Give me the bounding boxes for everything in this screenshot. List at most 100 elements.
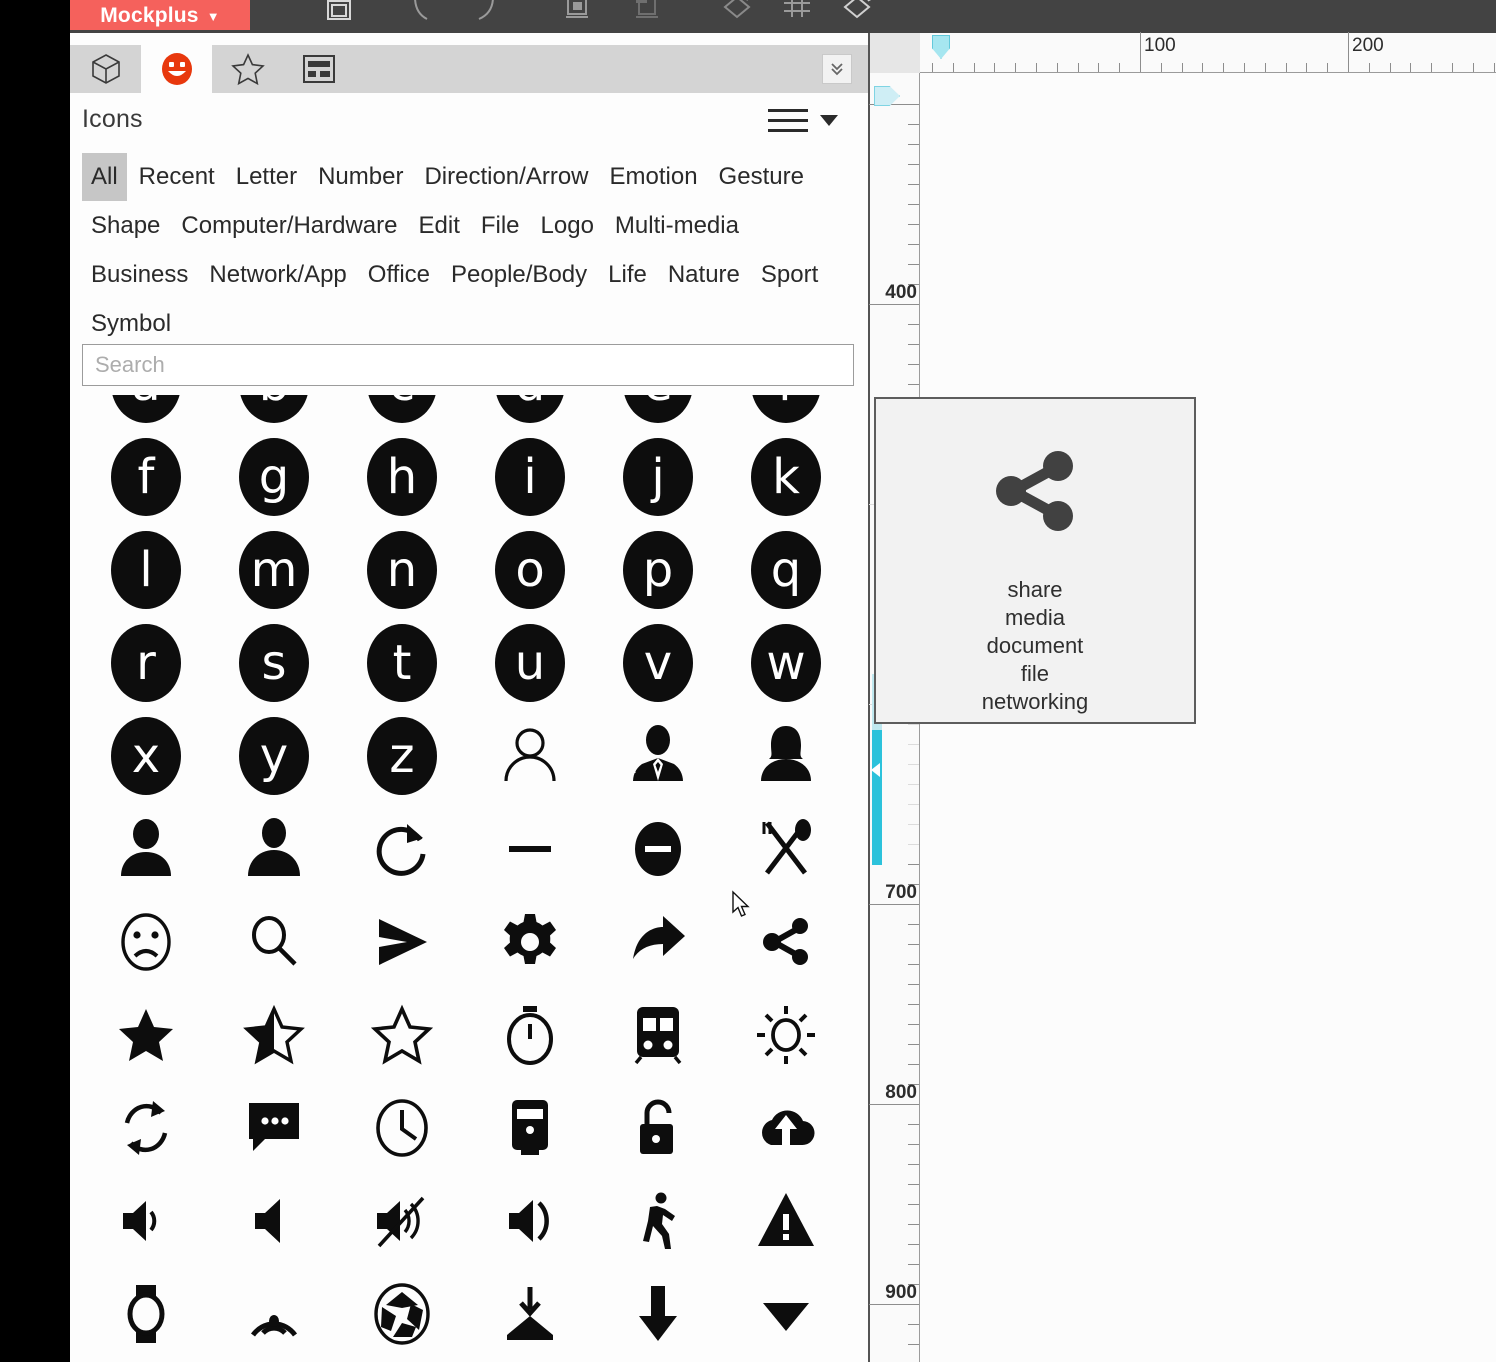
icon-cloud-upload[interactable] bbox=[722, 1081, 850, 1174]
category-sport[interactable]: Sport bbox=[752, 251, 827, 299]
icon-letter-y[interactable]: y bbox=[210, 709, 338, 802]
category-letter[interactable]: Letter bbox=[227, 153, 306, 201]
icon-clock[interactable] bbox=[338, 1081, 466, 1174]
category-recent[interactable]: Recent bbox=[130, 153, 224, 201]
icon-sync[interactable] bbox=[82, 1081, 210, 1174]
category-computer-hardware[interactable]: Computer/Hardware bbox=[172, 202, 406, 250]
category-file[interactable]: File bbox=[472, 202, 529, 250]
icon-letter-b[interactable]: b bbox=[210, 395, 338, 430]
icon-letter-k[interactable]: k bbox=[722, 430, 850, 523]
icon-letter-l[interactable]: l bbox=[82, 523, 210, 616]
icon-letter-f0[interactable]: f bbox=[722, 395, 850, 430]
icon-star-outline[interactable] bbox=[338, 988, 466, 1081]
artboard-icon[interactable] bbox=[318, 0, 360, 32]
icon-letter-u[interactable]: u bbox=[466, 616, 594, 709]
icon-letter-z[interactable]: z bbox=[338, 709, 466, 802]
icon-letter-r[interactable]: r bbox=[82, 616, 210, 709]
category-multi-media[interactable]: Multi-media bbox=[606, 202, 748, 250]
icon-user-outline[interactable] bbox=[466, 709, 594, 802]
icon-letter-g[interactable]: g bbox=[210, 430, 338, 523]
icon-star-half[interactable] bbox=[210, 988, 338, 1081]
icon-user-silhouette[interactable] bbox=[210, 802, 338, 895]
icon-letter-m[interactable]: m bbox=[210, 523, 338, 616]
category-shape[interactable]: Shape bbox=[82, 202, 169, 250]
icon-forward-arrow[interactable] bbox=[594, 895, 722, 988]
icon-letter-c[interactable]: c bbox=[338, 395, 466, 430]
category-people-body[interactable]: People/Body bbox=[442, 251, 596, 299]
category-emotion[interactable]: Emotion bbox=[601, 153, 707, 201]
icon-volume-up[interactable] bbox=[466, 1174, 594, 1267]
icon-letter-e[interactable]: e bbox=[594, 395, 722, 430]
icon-user-tie[interactable] bbox=[594, 709, 722, 802]
category-nature[interactable]: Nature bbox=[659, 251, 749, 299]
curve-left-icon[interactable] bbox=[404, 0, 446, 32]
icon-download-tray[interactable] bbox=[466, 1267, 594, 1360]
favorites-tab[interactable] bbox=[212, 45, 283, 93]
tag-shape-icon[interactable] bbox=[836, 0, 878, 32]
category-business[interactable]: Business bbox=[82, 251, 197, 299]
templates-tab[interactable] bbox=[283, 45, 354, 93]
icon-letter-t[interactable]: t bbox=[338, 616, 466, 709]
icon-signal[interactable] bbox=[210, 1267, 338, 1360]
icon-chat-bubble[interactable] bbox=[210, 1081, 338, 1174]
icon-user-female[interactable] bbox=[722, 709, 850, 802]
hamburger-menu-icon[interactable] bbox=[768, 109, 808, 139]
icon-share[interactable] bbox=[722, 895, 850, 988]
category-symbol[interactable]: Symbol bbox=[82, 300, 180, 348]
icon-subway[interactable] bbox=[466, 1081, 594, 1174]
icon-sad-face[interactable] bbox=[82, 895, 210, 988]
icon-letter-j[interactable]: j bbox=[594, 430, 722, 523]
grid-icon[interactable] bbox=[776, 0, 818, 32]
search-input[interactable] bbox=[83, 345, 853, 385]
icon-letter-s[interactable]: s bbox=[210, 616, 338, 709]
category-gesture[interactable]: Gesture bbox=[710, 153, 813, 201]
icon-gear[interactable] bbox=[466, 895, 594, 988]
icon-letter-a[interactable]: a bbox=[82, 395, 210, 430]
align-object-icon[interactable] bbox=[556, 0, 598, 32]
category-life[interactable]: Life bbox=[599, 251, 656, 299]
icon-volume-off[interactable] bbox=[338, 1174, 466, 1267]
category-office[interactable]: Office bbox=[359, 251, 439, 299]
icon-star-filled[interactable] bbox=[82, 988, 210, 1081]
search-box[interactable] bbox=[82, 344, 854, 386]
category-network-app[interactable]: Network/App bbox=[200, 251, 355, 299]
icon-letter-o[interactable]: o bbox=[466, 523, 594, 616]
icon-letter-f[interactable]: f bbox=[82, 430, 210, 523]
icon-warning[interactable] bbox=[722, 1174, 850, 1267]
icon-walk[interactable] bbox=[594, 1174, 722, 1267]
icon-triangle-down[interactable] bbox=[722, 1267, 850, 1360]
icon-arrow-down[interactable] bbox=[594, 1267, 722, 1360]
horizontal-ruler[interactable]: 100200 bbox=[920, 33, 1496, 73]
icon-letter-v[interactable]: v bbox=[594, 616, 722, 709]
mockplus-logo-button[interactable]: Mockplus ▼ bbox=[70, 0, 250, 30]
icon-watch[interactable] bbox=[82, 1267, 210, 1360]
icon-letter-d[interactable]: d bbox=[466, 395, 594, 430]
icon-preview-panel[interactable]: sharemediadocumentfilenetworking bbox=[874, 397, 1196, 724]
icon-send[interactable] bbox=[338, 895, 466, 988]
icon-stopwatch[interactable] bbox=[466, 988, 594, 1081]
icon-user-filled[interactable] bbox=[82, 802, 210, 895]
icon-train[interactable] bbox=[594, 988, 722, 1081]
icon-letter-p[interactable]: p bbox=[594, 523, 722, 616]
icon-unlock[interactable] bbox=[594, 1081, 722, 1174]
icons-tab[interactable] bbox=[141, 45, 212, 93]
icon-minus-line[interactable] bbox=[466, 802, 594, 895]
icon-fork-spoon[interactable] bbox=[722, 802, 850, 895]
chevron-down-icon[interactable] bbox=[820, 115, 838, 126]
icon-refresh[interactable] bbox=[338, 802, 466, 895]
icon-letter-w[interactable]: w bbox=[722, 616, 850, 709]
category-number[interactable]: Number bbox=[309, 153, 412, 201]
category-all[interactable]: All bbox=[82, 153, 127, 201]
components-tab[interactable] bbox=[70, 45, 141, 93]
category-logo[interactable]: Logo bbox=[532, 202, 603, 250]
icon-minus-circle[interactable] bbox=[594, 802, 722, 895]
rotate-shape-icon[interactable] bbox=[716, 0, 758, 32]
icon-volume-mute[interactable] bbox=[210, 1174, 338, 1267]
category-edit[interactable]: Edit bbox=[410, 202, 469, 250]
curve-right-icon[interactable] bbox=[464, 0, 506, 32]
icon-letter-q[interactable]: q bbox=[722, 523, 850, 616]
category-direction-arrow[interactable]: Direction/Arrow bbox=[415, 153, 597, 201]
icon-letter-x[interactable]: x bbox=[82, 709, 210, 802]
icon-letter-h[interactable]: h bbox=[338, 430, 466, 523]
selection-indicator[interactable] bbox=[872, 730, 882, 865]
